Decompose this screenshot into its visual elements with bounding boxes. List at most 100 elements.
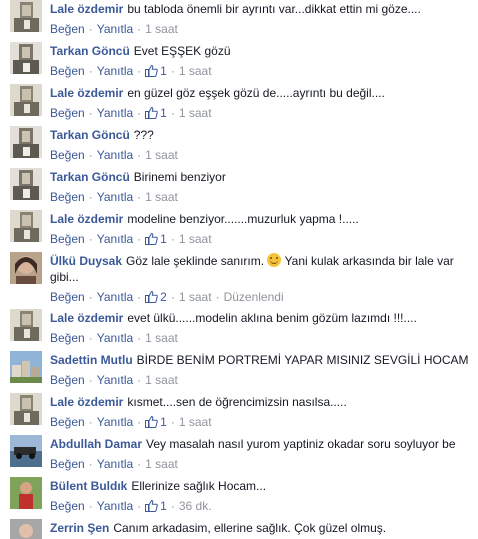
like-button[interactable]: Beğen <box>50 499 85 513</box>
reply-button[interactable]: Yanıtla <box>97 148 133 162</box>
comment-body: Tarkan Göncü??? Beğen · Yanıtla · 1 saat <box>50 127 472 162</box>
comment-timestamp[interactable]: 1 saat <box>145 22 178 36</box>
reply-button[interactable]: Yanıtla <box>97 415 133 429</box>
avatar[interactable] <box>10 477 42 509</box>
reply-button[interactable]: Yanıtla <box>97 290 133 304</box>
like-button[interactable]: Beğen <box>50 290 85 304</box>
avatar[interactable] <box>10 435 42 467</box>
comment-line: Tarkan Göncü??? <box>50 127 472 143</box>
reply-button[interactable]: Yanıtla <box>97 232 133 246</box>
comment-author[interactable]: Lale özdemir <box>50 2 123 16</box>
like-button[interactable]: Beğen <box>50 232 85 246</box>
like-count[interactable]: 1 <box>145 499 167 513</box>
reply-button[interactable]: Yanıtla <box>97 331 133 345</box>
comment-actions: Beğen · Yanıtla · 1 · 1 saat <box>50 64 472 78</box>
comment-timestamp[interactable]: 1 saat <box>179 232 212 246</box>
separator: · <box>170 290 175 304</box>
avatar[interactable] <box>10 168 42 200</box>
avatar[interactable] <box>10 84 42 116</box>
separator: · <box>88 190 93 204</box>
comment-author[interactable]: Tarkan Göncü <box>50 128 130 142</box>
comment-author[interactable]: Sadettin Mutlu <box>50 353 133 367</box>
avatar[interactable] <box>10 0 42 32</box>
reply-button[interactable]: Yanıtla <box>97 499 133 513</box>
like-count[interactable]: 1 <box>145 106 167 120</box>
comment: Lale özdemir en güzel göz eşşek gözü de..… <box>0 84 478 126</box>
separator: · <box>88 331 93 345</box>
comment-actions: Beğen · Yanıtla · 1 saat <box>50 148 472 162</box>
comment-author[interactable]: Ülkü Duysak <box>50 254 122 268</box>
comment-author[interactable]: Tarkan Göncü <box>50 170 130 184</box>
comment-timestamp[interactable]: 36 dk. <box>179 499 212 513</box>
separator: · <box>88 415 93 429</box>
avatar[interactable] <box>10 309 42 341</box>
like-button[interactable]: Beğen <box>50 106 85 120</box>
comment-author[interactable]: Lale özdemir <box>50 311 123 325</box>
like-count[interactable]: 1 <box>145 64 167 78</box>
avatar[interactable] <box>10 351 42 383</box>
comment-author[interactable]: Lale özdemir <box>50 86 123 100</box>
comment-author[interactable]: Tarkan Göncü <box>50 44 130 58</box>
comment-actions: Beğen · Yanıtla · 1 · 1 saat <box>50 415 472 429</box>
reply-button[interactable]: Yanıtla <box>97 190 133 204</box>
comment-author[interactable]: Abdullah Damar <box>50 437 142 451</box>
separator: · <box>170 499 175 513</box>
comment-timestamp[interactable]: 1 saat <box>145 373 178 387</box>
avatar[interactable] <box>10 252 42 284</box>
comment-body: Tarkan Göncü Birinemi benziyor Beğen · Yanıt… <box>50 169 472 204</box>
like-count-value: 1 <box>160 106 167 120</box>
reply-button[interactable]: Yanıtla <box>97 64 133 78</box>
comment-body: Lale özdemir evet ülkü......modelin aklın… <box>50 310 472 345</box>
comment-text: Ellerinize sağlık Hocam... <box>131 479 267 493</box>
avatar[interactable] <box>10 126 42 158</box>
reply-button[interactable]: Yanıtla <box>97 373 133 387</box>
like-button[interactable]: Beğen <box>50 148 85 162</box>
separator: · <box>137 190 142 204</box>
like-button[interactable]: Beğen <box>50 373 85 387</box>
like-button[interactable]: Beğen <box>50 190 85 204</box>
reply-button[interactable]: Yanıtla <box>97 106 133 120</box>
comment-timestamp[interactable]: 1 saat <box>145 148 178 162</box>
comment-timestamp[interactable]: 1 saat <box>179 106 212 120</box>
comment-author[interactable]: Zerrin Şen <box>50 521 109 535</box>
comment-body: Sadettin Mutlu BİRDE BENİM PORTREMİ YAPAR… <box>50 352 472 387</box>
reply-button[interactable]: Yanıtla <box>97 22 133 36</box>
comment: Lale özdemir kısmet....sen de öğrencimizs… <box>0 393 478 435</box>
comment-body: Lale özdemir en güzel göz eşşek gözü de..… <box>50 85 472 120</box>
like-button[interactable]: Beğen <box>50 415 85 429</box>
comment-timestamp[interactable]: 1 saat <box>145 190 178 204</box>
comment-timestamp[interactable]: 1 saat <box>179 290 212 304</box>
like-button[interactable]: Beğen <box>50 22 85 36</box>
comment-timestamp[interactable]: 1 saat <box>145 457 178 471</box>
thumbs-up-icon <box>145 64 160 78</box>
separator: · <box>137 290 142 304</box>
comment-author[interactable]: Lale özdemir <box>50 395 123 409</box>
like-button[interactable]: Beğen <box>50 457 85 471</box>
like-button[interactable]: Beğen <box>50 331 85 345</box>
reply-button[interactable]: Yanıtla <box>97 457 133 471</box>
comment-author[interactable]: Bülent Buldık <box>50 479 127 493</box>
comment-text: ??? <box>133 128 154 142</box>
comment-thread: Lale özdemir bu tabloda önemli bir ayrınt… <box>0 0 478 539</box>
comment-author[interactable]: Lale özdemir <box>50 212 123 226</box>
comment-actions: Beğen · Yanıtla · 1 · 36 dk. <box>50 499 472 513</box>
like-count[interactable]: 1 <box>145 415 167 429</box>
comment-actions: Beğen · Yanıtla · 2 · 1 saat · Düzenlendi <box>50 290 472 304</box>
comment: Lale özdemir modeline benziyor.......muzu… <box>0 210 478 252</box>
like-button[interactable]: Beğen <box>50 64 85 78</box>
like-count[interactable]: 1 <box>145 232 167 246</box>
comment-timestamp[interactable]: 1 saat <box>145 331 178 345</box>
comment-line: Bülent Buldık Ellerinize sağlık Hocam... <box>50 478 472 494</box>
avatar[interactable] <box>10 393 42 425</box>
avatar[interactable] <box>10 519 42 539</box>
like-count[interactable]: 2 <box>145 290 167 304</box>
comment-timestamp[interactable]: 1 saat <box>179 64 212 78</box>
edited-label[interactable]: Düzenlendi <box>224 290 284 304</box>
separator: · <box>88 64 93 78</box>
comment-timestamp[interactable]: 1 saat <box>179 415 212 429</box>
comment-actions: Beğen · Yanıtla · 1 saat <box>50 22 472 36</box>
avatar[interactable] <box>10 210 42 242</box>
avatar[interactable] <box>10 42 42 74</box>
comment-line: Sadettin Mutlu BİRDE BENİM PORTREMİ YAPAR… <box>50 352 472 368</box>
comment-body: Bülent Buldık Ellerinize sağlık Hocam... B… <box>50 478 472 513</box>
